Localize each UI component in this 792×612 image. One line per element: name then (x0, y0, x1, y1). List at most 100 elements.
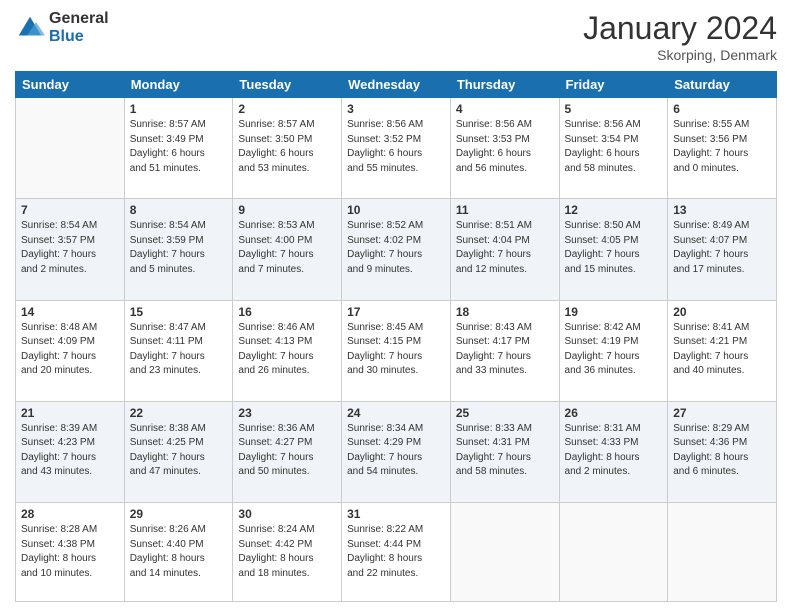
day-cell: 18 Sunrise: 8:43 AM Sunset: 4:17 PM Dayli… (450, 300, 559, 401)
header-cell-friday: Friday (559, 72, 668, 98)
header-cell-thursday: Thursday (450, 72, 559, 98)
day-info: Sunrise: 8:26 AM Sunset: 4:40 PM Dayligh… (130, 523, 228, 581)
day-number: 6 (673, 102, 771, 116)
day-cell (559, 503, 668, 602)
day-number: 7 (21, 203, 119, 217)
day-number: 18 (456, 305, 554, 319)
calendar-table: SundayMondayTuesdayWednesdayThursdayFrid… (15, 71, 777, 602)
day-info: Sunrise: 8:43 AM Sunset: 4:17 PM Dayligh… (456, 321, 554, 379)
day-cell: 10 Sunrise: 8:52 AM Sunset: 4:02 PM Dayli… (342, 199, 451, 300)
day-info: Sunrise: 8:50 AM Sunset: 4:05 PM Dayligh… (565, 219, 663, 277)
day-info: Sunrise: 8:54 AM Sunset: 3:59 PM Dayligh… (130, 219, 228, 277)
day-cell: 6Sunrise: 8:55 AM Sunset: 3:56 PM Daylig… (668, 98, 777, 199)
day-cell: 27 Sunrise: 8:29 AM Sunset: 4:36 PM Dayli… (668, 401, 777, 502)
header-row: SundayMondayTuesdayWednesdayThursdayFrid… (16, 72, 777, 98)
day-info: Sunrise: 8:29 AM Sunset: 4:36 PM Dayligh… (673, 422, 771, 480)
day-info: Sunrise: 8:56 AM Sunset: 3:54 PM Dayligh… (565, 118, 663, 176)
day-cell: 17 Sunrise: 8:45 AM Sunset: 4:15 PM Dayli… (342, 300, 451, 401)
title-area: January 2024 Skorping, Denmark (583, 10, 777, 63)
day-info: Sunrise: 8:31 AM Sunset: 4:33 PM Dayligh… (565, 422, 663, 480)
day-number: 26 (565, 406, 663, 420)
day-cell: 21 Sunrise: 8:39 AM Sunset: 4:23 PM Dayli… (16, 401, 125, 502)
day-number: 4 (456, 102, 554, 116)
day-info: Sunrise: 8:22 AM Sunset: 4:44 PM Dayligh… (347, 523, 445, 581)
day-number: 17 (347, 305, 445, 319)
day-cell: 2 Sunrise: 8:57 AM Sunset: 3:50 PM Daylig… (233, 98, 342, 199)
header-cell-tuesday: Tuesday (233, 72, 342, 98)
day-cell: 29 Sunrise: 8:26 AM Sunset: 4:40 PM Dayli… (124, 503, 233, 602)
day-number: 19 (565, 305, 663, 319)
day-number: 1 (130, 102, 228, 116)
day-info: Sunrise: 8:33 AM Sunset: 4:31 PM Dayligh… (456, 422, 554, 480)
day-cell: 12 Sunrise: 8:50 AM Sunset: 4:05 PM Dayli… (559, 199, 668, 300)
day-info: Sunrise: 8:39 AM Sunset: 4:23 PM Dayligh… (21, 422, 119, 480)
day-cell: 1 Sunrise: 8:57 AM Sunset: 3:49 PM Daylig… (124, 98, 233, 199)
day-info: Sunrise: 8:46 AM Sunset: 4:13 PM Dayligh… (238, 321, 336, 379)
day-number: 15 (130, 305, 228, 319)
day-number: 14 (21, 305, 119, 319)
week-row-3: 21 Sunrise: 8:39 AM Sunset: 4:23 PM Dayli… (16, 401, 777, 502)
day-cell: 26 Sunrise: 8:31 AM Sunset: 4:33 PM Dayli… (559, 401, 668, 502)
logo-text: General Blue (49, 10, 109, 45)
header-cell-saturday: Saturday (668, 72, 777, 98)
week-row-4: 28 Sunrise: 8:28 AM Sunset: 4:38 PM Dayli… (16, 503, 777, 602)
day-cell (16, 98, 125, 199)
day-number: 12 (565, 203, 663, 217)
day-number: 28 (21, 507, 119, 521)
day-info: Sunrise: 8:47 AM Sunset: 4:11 PM Dayligh… (130, 321, 228, 379)
day-number: 2 (238, 102, 336, 116)
day-number: 27 (673, 406, 771, 420)
day-number: 8 (130, 203, 228, 217)
day-cell: 8 Sunrise: 8:54 AM Sunset: 3:59 PM Daylig… (124, 199, 233, 300)
day-cell (668, 503, 777, 602)
day-info: Sunrise: 8:56 AM Sunset: 3:53 PM Dayligh… (456, 118, 554, 176)
logo: General Blue (15, 10, 109, 45)
day-cell: 15 Sunrise: 8:47 AM Sunset: 4:11 PM Dayli… (124, 300, 233, 401)
header: General Blue January 2024 Skorping, Denm… (15, 10, 777, 63)
day-number: 21 (21, 406, 119, 420)
day-info: Sunrise: 8:28 AM Sunset: 4:38 PM Dayligh… (21, 523, 119, 581)
day-cell: 9 Sunrise: 8:53 AM Sunset: 4:00 PM Daylig… (233, 199, 342, 300)
day-number: 20 (673, 305, 771, 319)
day-number: 16 (238, 305, 336, 319)
day-info: Sunrise: 8:34 AM Sunset: 4:29 PM Dayligh… (347, 422, 445, 480)
week-row-0: 1 Sunrise: 8:57 AM Sunset: 3:49 PM Daylig… (16, 98, 777, 199)
day-info: Sunrise: 8:57 AM Sunset: 3:50 PM Dayligh… (238, 118, 336, 176)
day-info: Sunrise: 8:53 AM Sunset: 4:00 PM Dayligh… (238, 219, 336, 277)
day-info: Sunrise: 8:56 AM Sunset: 3:52 PM Dayligh… (347, 118, 445, 176)
day-info: Sunrise: 8:38 AM Sunset: 4:25 PM Dayligh… (130, 422, 228, 480)
day-info: Sunrise: 8:54 AM Sunset: 3:57 PM Dayligh… (21, 219, 119, 277)
day-cell: 7 Sunrise: 8:54 AM Sunset: 3:57 PM Daylig… (16, 199, 125, 300)
subtitle: Skorping, Denmark (583, 47, 777, 63)
day-info: Sunrise: 8:48 AM Sunset: 4:09 PM Dayligh… (21, 321, 119, 379)
week-row-1: 7 Sunrise: 8:54 AM Sunset: 3:57 PM Daylig… (16, 199, 777, 300)
day-info: Sunrise: 8:51 AM Sunset: 4:04 PM Dayligh… (456, 219, 554, 277)
day-number: 9 (238, 203, 336, 217)
day-cell: 31 Sunrise: 8:22 AM Sunset: 4:44 PM Dayli… (342, 503, 451, 602)
day-cell: 11 Sunrise: 8:51 AM Sunset: 4:04 PM Dayli… (450, 199, 559, 300)
day-number: 29 (130, 507, 228, 521)
day-info: Sunrise: 8:45 AM Sunset: 4:15 PM Dayligh… (347, 321, 445, 379)
day-number: 10 (347, 203, 445, 217)
day-cell: 16 Sunrise: 8:46 AM Sunset: 4:13 PM Dayli… (233, 300, 342, 401)
header-cell-monday: Monday (124, 72, 233, 98)
day-info: Sunrise: 8:41 AM Sunset: 4:21 PM Dayligh… (673, 321, 771, 379)
day-number: 31 (347, 507, 445, 521)
month-title: January 2024 (583, 10, 777, 47)
day-info: Sunrise: 8:57 AM Sunset: 3:49 PM Dayligh… (130, 118, 228, 176)
day-info: Sunrise: 8:42 AM Sunset: 4:19 PM Dayligh… (565, 321, 663, 379)
day-cell: 13Sunrise: 8:49 AM Sunset: 4:07 PM Dayli… (668, 199, 777, 300)
day-cell: 4 Sunrise: 8:56 AM Sunset: 3:53 PM Daylig… (450, 98, 559, 199)
header-cell-wednesday: Wednesday (342, 72, 451, 98)
day-number: 11 (456, 203, 554, 217)
day-number: 22 (130, 406, 228, 420)
day-number: 24 (347, 406, 445, 420)
day-cell (450, 503, 559, 602)
day-cell: 25Sunrise: 8:33 AM Sunset: 4:31 PM Dayli… (450, 401, 559, 502)
day-cell: 30Sunrise: 8:24 AM Sunset: 4:42 PM Dayli… (233, 503, 342, 602)
day-cell: 28 Sunrise: 8:28 AM Sunset: 4:38 PM Dayli… (16, 503, 125, 602)
day-cell: 23Sunrise: 8:36 AM Sunset: 4:27 PM Dayli… (233, 401, 342, 502)
header-cell-sunday: Sunday (16, 72, 125, 98)
day-number: 5 (565, 102, 663, 116)
day-info: Sunrise: 8:52 AM Sunset: 4:02 PM Dayligh… (347, 219, 445, 277)
